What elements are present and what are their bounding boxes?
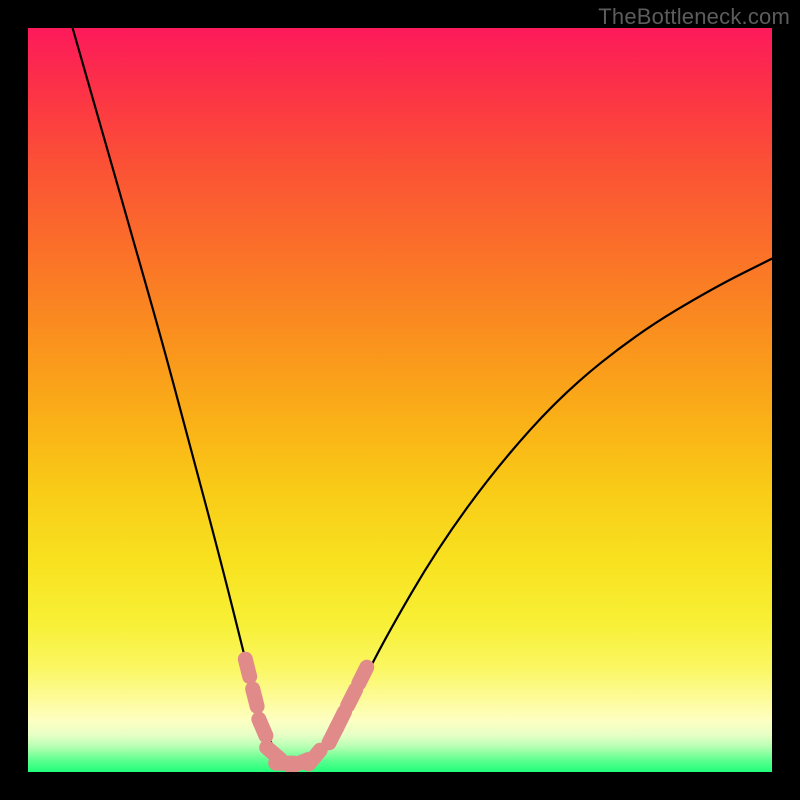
curve-layer	[28, 28, 772, 772]
curve-marker	[309, 750, 321, 764]
curve-marker	[253, 689, 257, 706]
bottleneck-curve	[73, 28, 772, 765]
plot-area	[28, 28, 772, 772]
chart-frame: TheBottleneck.com	[0, 0, 800, 800]
curve-marker	[348, 690, 356, 706]
marker-group	[245, 659, 366, 766]
curve-marker	[359, 667, 367, 683]
curve-marker	[337, 712, 345, 728]
watermark-text: TheBottleneck.com	[598, 4, 790, 30]
curve-marker	[245, 659, 249, 677]
curve-marker	[259, 719, 266, 736]
